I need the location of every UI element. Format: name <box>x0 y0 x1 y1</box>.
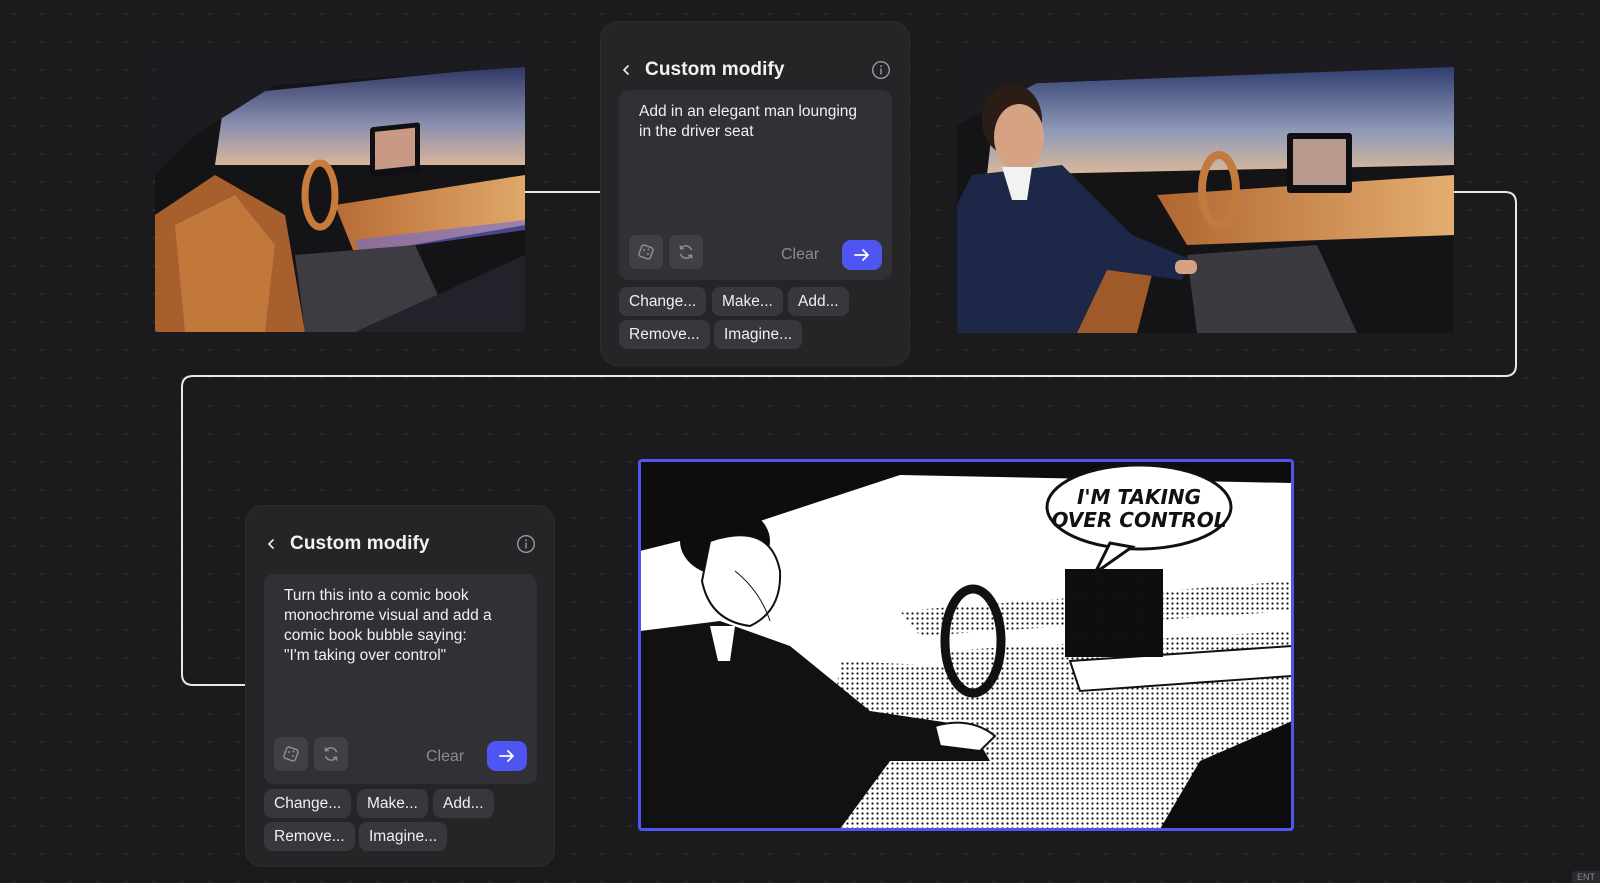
randomize-button[interactable] <box>274 737 308 771</box>
custom-modify-panel-1: Custom modify Add in an elegant man loun… <box>600 21 910 366</box>
panel-title: Custom modify <box>290 533 430 554</box>
chip-make[interactable]: Make... <box>357 789 428 818</box>
chevron-left-icon[interactable] <box>619 63 633 77</box>
chip-imagine[interactable]: Imagine... <box>359 822 448 851</box>
chip-change[interactable]: Change... <box>619 287 707 316</box>
panel-header: Custom modify <box>619 58 891 82</box>
dice-icon <box>638 244 654 260</box>
modified-image[interactable] <box>957 55 1454 333</box>
regenerate-button[interactable] <box>314 737 348 771</box>
prompt-text[interactable]: Turn this into a comic book monochrome v… <box>284 586 519 666</box>
prompt-input[interactable]: Add in an elegant man lounging in the dr… <box>619 90 892 280</box>
refresh-icon <box>679 245 693 259</box>
prompt-text[interactable]: Add in an elegant man lounging in the dr… <box>639 102 874 142</box>
randomize-button[interactable] <box>629 235 663 269</box>
chip-remove[interactable]: Remove... <box>264 822 355 851</box>
chip-imagine[interactable]: Imagine... <box>714 320 803 349</box>
panel-title: Custom modify <box>645 59 785 80</box>
dice-icon <box>283 746 299 762</box>
corner-tag: ENT <box>1572 871 1600 883</box>
speech-bubble-line-2: OVER CONTROL <box>1052 508 1227 532</box>
info-icon[interactable] <box>871 60 891 80</box>
refresh-icon <box>324 747 338 761</box>
info-icon[interactable] <box>516 534 536 554</box>
chip-remove[interactable]: Remove... <box>619 320 710 349</box>
chevron-left-icon[interactable] <box>264 537 278 551</box>
comic-illustration: I'M TAKING OVER CONTROL <box>640 461 1292 829</box>
clear-button[interactable]: Clear <box>781 246 819 264</box>
car-interior-illustration <box>155 55 525 332</box>
prompt-input[interactable]: Turn this into a comic book monochrome v… <box>264 574 537 784</box>
chip-add[interactable]: Add... <box>788 287 849 316</box>
regenerate-button[interactable] <box>669 235 703 269</box>
man-in-driver-seat-illustration <box>957 55 1454 333</box>
custom-modify-panel-2: Custom modify Turn this into a comic boo… <box>245 505 555 867</box>
submit-button[interactable] <box>842 240 882 270</box>
chip-change[interactable]: Change... <box>264 789 352 818</box>
comic-result-image[interactable]: I'M TAKING OVER CONTROL <box>638 459 1294 831</box>
original-image[interactable] <box>155 55 525 332</box>
clear-button[interactable]: Clear <box>426 748 464 766</box>
arrow-right-icon <box>854 249 869 261</box>
speech-bubble-line-1: I'M TAKING <box>1077 485 1201 509</box>
arrow-right-icon <box>499 750 514 762</box>
submit-button[interactable] <box>487 741 527 771</box>
chip-make[interactable]: Make... <box>712 287 783 316</box>
chip-add[interactable]: Add... <box>433 789 494 818</box>
panel-header: Custom modify <box>264 532 536 556</box>
